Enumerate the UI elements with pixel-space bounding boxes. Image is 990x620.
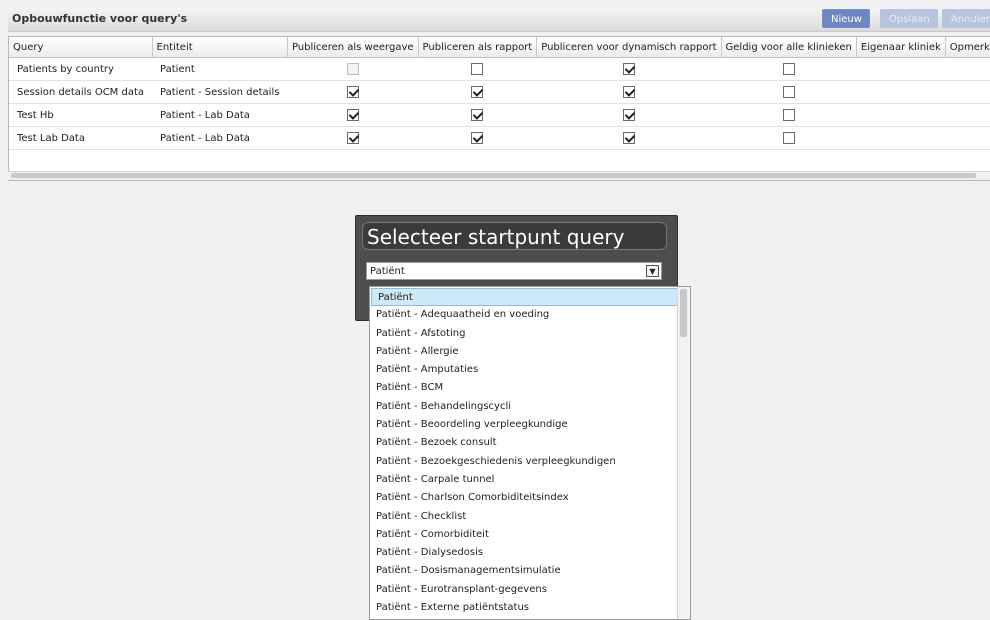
- dropdown-option[interactable]: Patiënt - Afstoting: [370, 325, 690, 343]
- dropdown-option[interactable]: Patiënt - Externe patiëntstatus: [370, 599, 690, 617]
- all-clinics-checkbox[interactable]: [782, 86, 795, 98]
- cell-publish-report: [418, 103, 537, 127]
- cell-query: Test Lab Data: [9, 126, 153, 150]
- cell-entity: Patient: [152, 57, 288, 81]
- publish-view-checkbox[interactable]: [346, 109, 359, 121]
- publish-dynamic-checkbox[interactable]: [622, 109, 635, 121]
- cell-all-clinics: [721, 80, 857, 104]
- dialog-title: Selecteer startpunt query: [362, 222, 667, 250]
- cell-entity: Patient - Session details: [152, 80, 288, 104]
- page-title: Opbouwfunctie voor query's: [12, 12, 188, 25]
- cell-remark: [945, 126, 990, 150]
- cell-query: Patients by country: [9, 57, 153, 81]
- table-header-row: Query Entiteit Publiceren als weergave P…: [9, 37, 990, 58]
- cell-publish-report: [418, 57, 537, 81]
- cell-publish-view: [287, 126, 419, 150]
- scrollbar-thumb[interactable]: [11, 173, 976, 178]
- queries-table: Query Entiteit Publiceren als weergave P…: [8, 36, 990, 181]
- publish-view-checkbox: [346, 63, 359, 75]
- cell-query: Test Hb: [9, 103, 153, 127]
- cell-remark: [945, 80, 990, 104]
- dropdown-option[interactable]: Patiënt - Amputaties: [370, 361, 690, 379]
- dropdown-option[interactable]: Patiënt - Bezoekgeschiedenis verpleegkun…: [370, 453, 690, 471]
- dropdown-option[interactable]: Patiënt - Bezoek consult: [370, 434, 690, 452]
- dropdown-option[interactable]: Patiënt: [371, 288, 678, 307]
- publish-view-checkbox[interactable]: [346, 86, 359, 98]
- cell-publish-dynamic: [536, 103, 722, 127]
- column-header-owner-clinic[interactable]: Eigenaar kliniek: [856, 37, 946, 58]
- cell-publish-dynamic: [536, 126, 722, 150]
- cell-entity: Patient - Lab Data: [152, 126, 288, 150]
- dropdown-option[interactable]: Patiënt - Checklist: [370, 508, 690, 526]
- column-header-entity[interactable]: Entiteit: [152, 37, 288, 58]
- cell-all-clinics: [721, 126, 857, 150]
- column-header-publish-view[interactable]: Publiceren als weergave: [287, 37, 419, 58]
- column-header-publish-dynamic[interactable]: Publiceren voor dynamisch rapport: [536, 37, 722, 58]
- publish-dynamic-checkbox[interactable]: [622, 63, 635, 75]
- cell-owner-clinic: [856, 57, 946, 81]
- dropdown-option[interactable]: Patiënt - Charlson Comorbiditeitsindex: [370, 489, 690, 507]
- table-row[interactable]: Test Hb Patient - Lab Data: [9, 103, 990, 127]
- publish-report-checkbox[interactable]: [471, 86, 484, 98]
- cell-publish-view: [287, 57, 419, 81]
- cell-all-clinics: [721, 103, 857, 127]
- dropdown-option[interactable]: Patiënt - Carpale tunnel: [370, 471, 690, 489]
- column-header-all-clinics[interactable]: Geldig voor alle klinieken: [721, 37, 857, 58]
- cell-publish-dynamic: [536, 80, 722, 104]
- cell-owner-clinic: [856, 126, 946, 150]
- table-row[interactable]: Test Lab Data Patient - Lab Data: [9, 126, 990, 150]
- table-row[interactable]: Session details OCM data Patient - Sessio…: [9, 80, 990, 104]
- cell-owner-clinic: [856, 103, 946, 127]
- cell-publish-view: [287, 103, 419, 127]
- save-button[interactable]: Opslaan: [880, 9, 938, 28]
- column-header-publish-report[interactable]: Publiceren als rapport: [418, 37, 538, 58]
- dropdown-option[interactable]: Patiënt - Eurotransplant-gegevens: [370, 581, 690, 599]
- dropdown-option[interactable]: Patiënt - Comorbiditeit: [370, 526, 690, 544]
- publish-report-checkbox[interactable]: [471, 63, 484, 75]
- dropdown-option[interactable]: Patiënt - Behandelingscycli: [370, 398, 690, 416]
- publish-dynamic-checkbox[interactable]: [622, 132, 635, 144]
- cell-remark: [945, 57, 990, 81]
- horizontal-scrollbar[interactable]: [8, 171, 990, 180]
- start-point-dropdown-list: Patiënt Patiënt - Adequaatheid en voeding…: [369, 286, 691, 620]
- cell-query: Session details OCM data: [9, 80, 153, 104]
- all-clinics-checkbox[interactable]: [782, 63, 795, 75]
- publish-report-checkbox[interactable]: [471, 132, 484, 144]
- cell-owner-clinic: [856, 80, 946, 104]
- cancel-button[interactable]: Annuleren: [942, 9, 990, 28]
- dropdown-arrow-icon[interactable]: ▼: [646, 265, 659, 277]
- cell-remark: [945, 103, 990, 127]
- new-button[interactable]: Nieuw: [822, 9, 870, 28]
- dropdown-option[interactable]: Patiënt - Adequaatheid en voeding: [370, 306, 690, 324]
- start-point-select[interactable]: Patiënt ▼: [366, 262, 662, 280]
- dropdown-option[interactable]: Patiënt - BCM: [370, 379, 690, 397]
- cell-entity: Patient - Lab Data: [152, 103, 288, 127]
- cell-publish-dynamic: [536, 57, 722, 81]
- dropdown-scrollbar[interactable]: [677, 287, 690, 619]
- scrollbar-thumb[interactable]: [680, 289, 687, 337]
- publish-view-checkbox[interactable]: [346, 132, 359, 144]
- dropdown-option[interactable]: Patiënt - Allergie: [370, 343, 690, 361]
- cell-publish-report: [418, 126, 537, 150]
- publish-report-checkbox[interactable]: [471, 109, 484, 121]
- panel-header: Opbouwfunctie voor query's Nieuw Opslaan…: [8, 8, 990, 32]
- all-clinics-checkbox[interactable]: [782, 109, 795, 121]
- dropdown-option[interactable]: Patiënt - Dialysedosis: [370, 544, 690, 562]
- dropdown-option[interactable]: Patiënt - Dosismanagementsimulatie: [370, 562, 690, 580]
- cell-publish-report: [418, 80, 537, 104]
- dropdown-option[interactable]: Patiënt - Beoordeling verpleegkundige: [370, 416, 690, 434]
- table-row[interactable]: Patients by country Patient: [9, 57, 990, 81]
- column-header-remark[interactable]: Opmerking: [945, 37, 990, 58]
- column-header-query[interactable]: Query: [9, 37, 153, 58]
- selected-value: Patiënt: [370, 266, 405, 277]
- all-clinics-checkbox[interactable]: [782, 132, 795, 144]
- publish-dynamic-checkbox[interactable]: [622, 86, 635, 98]
- cell-publish-view: [287, 80, 419, 104]
- cell-all-clinics: [721, 57, 857, 81]
